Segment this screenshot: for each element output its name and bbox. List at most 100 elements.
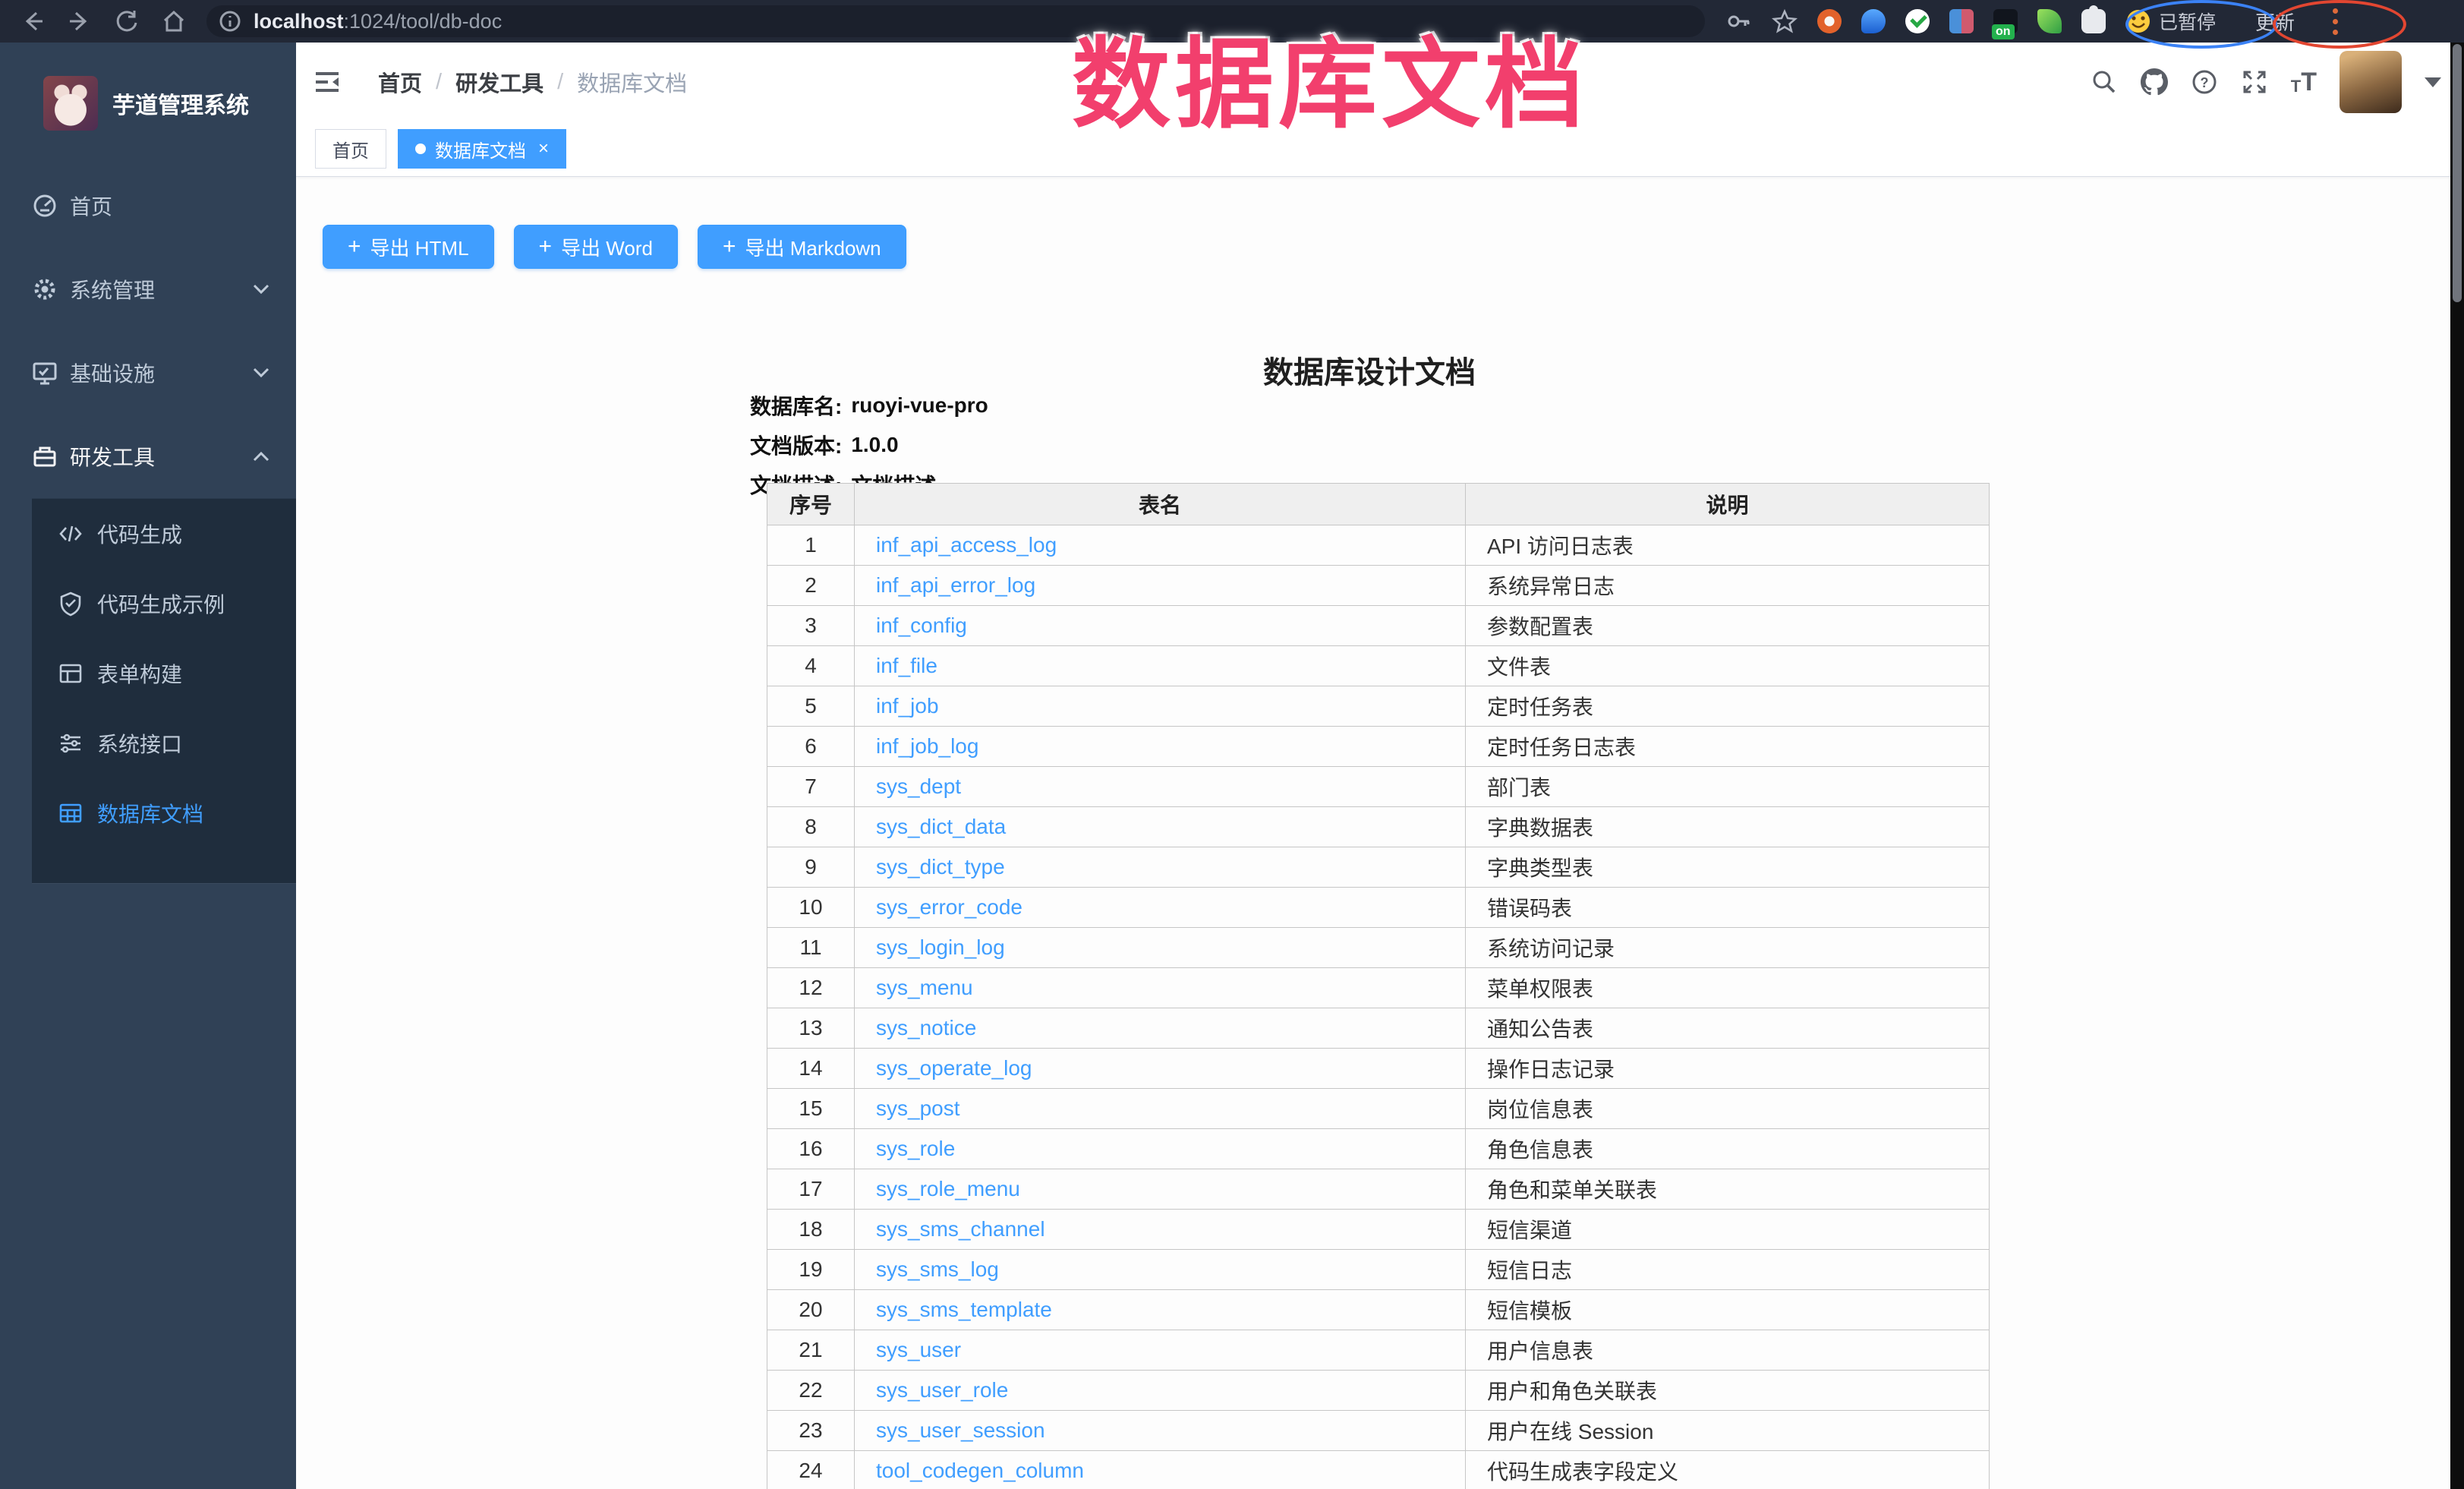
fullscreen-icon[interactable] [2241,68,2268,96]
export-markdown-button[interactable]: + 导出 Markdown [698,225,906,269]
table-name-link[interactable]: inf_api_error_log [876,573,1035,597]
sidebar-item-infra[interactable]: 基础设施 [0,331,296,415]
table-row: 2 inf_api_error_log 系统异常日志 [767,566,1990,606]
row-index: 22 [767,1371,855,1411]
row-index: 15 [767,1089,855,1129]
table-name-link[interactable]: sys_error_code [876,895,1022,919]
page-scrollbar[interactable] [2450,43,2464,1489]
table-name-link[interactable]: sys_dept [876,774,961,798]
table-name-link[interactable]: inf_config [876,614,967,637]
sidebar-item-label: 研发工具 [70,441,155,472]
table-name-link[interactable]: sys_post [876,1096,960,1120]
row-index: 12 [767,968,855,1008]
sidebar-logo-row[interactable]: 芋道管理系统 [0,43,296,164]
tab-home[interactable]: 首页 [315,129,386,169]
tab-close-icon[interactable]: × [538,140,549,158]
sidebar-item-system[interactable]: 系统管理 [0,248,296,331]
scrollbar-thumb[interactable] [2453,44,2462,302]
github-icon[interactable] [2141,68,2168,96]
table-description: 部门表 [1466,767,1990,807]
breadcrumb-home[interactable]: 首页 [378,66,422,98]
table-name-link[interactable]: sys_login_log [876,935,1005,959]
table-header-row: 序号 表名 说明 [767,484,1990,525]
table-name-link[interactable]: inf_job_log [876,734,978,758]
url-path: :1024/tool/db-doc [344,10,503,33]
password-key-icon[interactable] [1726,8,1752,34]
column-header-index: 序号 [767,484,855,525]
table-row: 1 inf_api_access_log API 访问日志表 [767,525,1990,566]
table-name-link[interactable]: sys_notice [876,1016,976,1039]
table-name-link[interactable]: sys_user [876,1338,961,1361]
table-description: 角色信息表 [1466,1129,1990,1169]
sidebar-item-codegen[interactable]: 代码生成 [32,499,296,569]
svg-text:?: ? [2200,75,2208,90]
table-name-link[interactable]: sys_menu [876,976,973,999]
table-name-link[interactable]: sys_sms_template [876,1298,1052,1321]
extension-pin-icon[interactable] [1861,9,1886,33]
row-index: 8 [767,807,855,847]
extension-grid-icon[interactable] [1949,9,1974,33]
forward-icon[interactable] [67,8,93,34]
search-icon[interactable] [2091,68,2118,96]
row-index: 18 [767,1210,855,1250]
row-index: 3 [767,606,855,646]
table-name-link[interactable]: sys_role_menu [876,1177,1020,1200]
table-name-link[interactable]: sys_operate_log [876,1056,1032,1080]
bookmark-star-icon[interactable] [1772,8,1798,34]
table-row: 13 sys_notice 通知公告表 [767,1008,1990,1049]
sidebar-item-codegen-demo[interactable]: 代码生成示例 [32,569,296,639]
home-icon[interactable] [161,8,187,34]
table-name-link[interactable]: sys_dict_type [876,855,1005,879]
table-row: 12 sys_menu 菜单权限表 [767,968,1990,1008]
table-name-link[interactable]: sys_dict_data [876,815,1006,838]
table-description: 岗位信息表 [1466,1089,1990,1129]
extension-leaf-icon[interactable] [2037,9,2062,33]
back-icon[interactable] [20,8,46,34]
table-name-link[interactable]: sys_sms_log [876,1257,999,1281]
table-row: 24 tool_codegen_column 代码生成表字段定义 [767,1451,1990,1489]
sidebar-item-db-doc[interactable]: 数据库文档 [32,778,296,848]
table-name-link[interactable]: sys_user_session [876,1418,1045,1442]
user-avatar[interactable] [2340,51,2402,113]
table-row: 7 sys_dept 部门表 [767,767,1990,807]
row-index: 13 [767,1008,855,1049]
breadcrumb-separator: / [436,70,442,95]
table-name-link[interactable]: sys_user_role [876,1378,1008,1402]
export-html-button[interactable]: + 导出 HTML [323,225,494,269]
avatar-caret-icon[interactable] [2425,77,2441,87]
table-name-link[interactable]: inf_file [876,654,937,677]
sidebar-item-home[interactable]: 首页 [0,164,296,248]
table-name-link[interactable]: sys_role [876,1137,955,1160]
export-word-button[interactable]: + 导出 Word [514,225,678,269]
form-icon [58,661,83,686]
extension-check-icon[interactable] [1905,9,1930,33]
meta-doc-version: 文档版本: 1.0.0 [750,425,988,465]
row-index: 16 [767,1129,855,1169]
sidebar-item-label: 系统接口 [97,728,182,759]
table-name-link[interactable]: inf_job [876,694,939,718]
breadcrumb-devtools[interactable]: 研发工具 [455,66,544,98]
table-description: 用户在线 Session [1466,1411,1990,1451]
column-header-desc: 说明 [1466,484,1990,525]
extension-onbadge-icon[interactable]: on [1993,9,2018,33]
shield-check-icon [58,591,83,617]
site-info-icon[interactable] [217,8,243,34]
table-name-link[interactable]: inf_api_access_log [876,533,1057,557]
sidebar-item-devtools[interactable]: 研发工具 [0,415,296,498]
help-icon[interactable]: ? [2191,68,2218,96]
tab-db-doc[interactable]: 数据库文档 × [398,129,566,169]
reload-icon[interactable] [114,8,140,34]
table-row: 5 inf_job 定时任务表 [767,686,1990,727]
row-index: 2 [767,566,855,606]
hamburger-icon[interactable] [313,68,342,96]
url-text: localhost:1024/tool/db-doc [254,10,502,33]
extensions-puzzle-icon[interactable] [2081,9,2106,33]
table-name-link[interactable]: sys_sms_channel [876,1217,1045,1241]
table-row: 22 sys_user_role 用户和角色关联表 [767,1371,1990,1411]
chevron-up-icon [252,450,270,463]
extension-orange-icon[interactable] [1817,9,1842,33]
sidebar-item-system-api[interactable]: 系统接口 [32,708,296,778]
font-size-icon[interactable]: TT [2291,69,2317,95]
table-name-link[interactable]: tool_codegen_column [876,1459,1084,1482]
sidebar-item-form-builder[interactable]: 表单构建 [32,639,296,708]
